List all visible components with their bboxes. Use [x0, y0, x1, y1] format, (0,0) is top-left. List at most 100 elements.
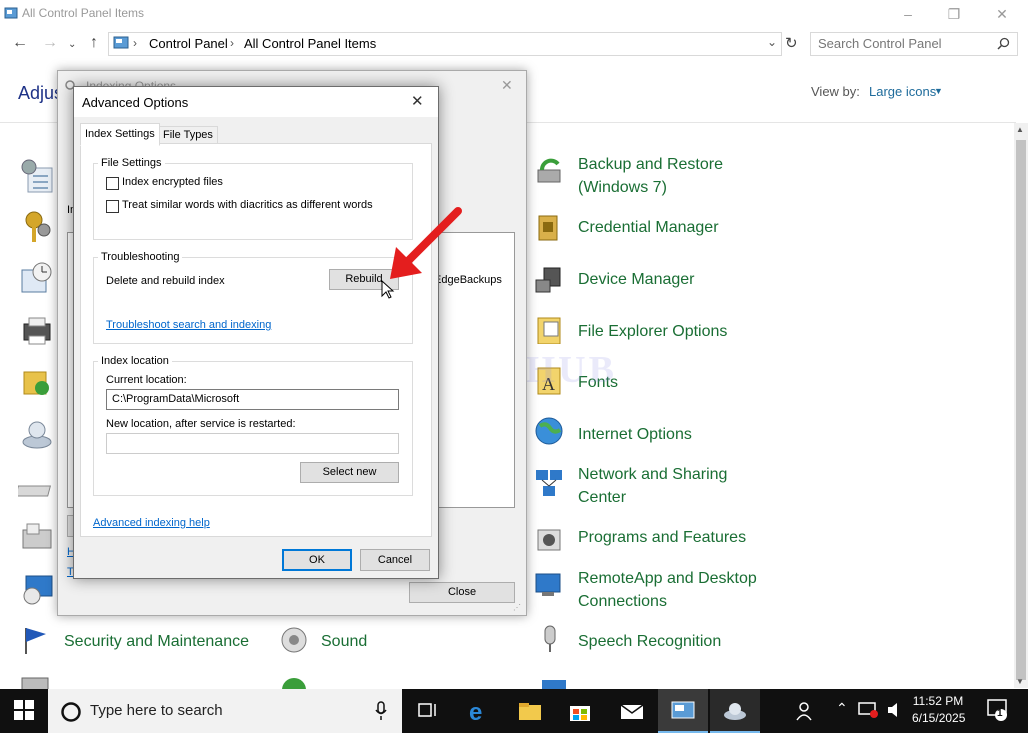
administrative-tools-icon[interactable] — [20, 158, 54, 194]
index-settings-panel: File Settings Index encrypted files Trea… — [80, 143, 432, 537]
chevron-down-icon[interactable]: ⌄ — [767, 35, 777, 49]
breadcrumb-all-items[interactable]: All Control Panel Items — [244, 36, 376, 51]
remoteapp-icon[interactable] — [534, 572, 564, 602]
backup-icon[interactable] — [534, 156, 564, 186]
advanced-options-dialog: Advanced Options ✕ Index Settings File T… — [73, 86, 439, 579]
network-sharing-item[interactable]: Network and Sharing Center — [578, 463, 727, 509]
diacritics-checkbox[interactable] — [106, 200, 119, 213]
resize-grip-icon[interactable]: ⋰ — [513, 603, 521, 612]
device-manager-item[interactable]: Device Manager — [578, 268, 695, 291]
internet-options-item[interactable]: Internet Options — [578, 423, 692, 446]
breadcrumb-separator-icon: › — [230, 36, 234, 50]
new-location-field[interactable] — [106, 433, 399, 454]
sync-center-icon[interactable] — [280, 676, 310, 689]
recovery-icon[interactable] — [20, 572, 54, 606]
windows-start-icon[interactable] — [14, 700, 34, 720]
file-history-icon[interactable] — [22, 366, 52, 398]
view-by-dropdown[interactable]: Large icons — [869, 84, 936, 99]
indexing-taskbar-button[interactable] — [710, 689, 760, 733]
indexing-icon — [724, 703, 746, 720]
window-title: All Control Panel Items — [22, 6, 145, 20]
people-icon[interactable] — [794, 700, 818, 722]
backup-restore-item[interactable]: Backup and Restore (Windows 7) — [578, 153, 723, 199]
maximize-button[interactable]: ❐ — [942, 4, 966, 24]
current-location-label: Current location: — [106, 374, 187, 386]
taskbar-search-input[interactable]: Type here to search — [90, 702, 223, 719]
scroll-down-icon[interactable]: ▼ — [1016, 677, 1024, 686]
refresh-icon[interactable]: ↻ — [785, 34, 798, 52]
taskbar-search-box[interactable]: Type here to search — [48, 689, 402, 733]
diacritics-label: Treat similar words with diacritics as d… — [122, 199, 373, 211]
minimize-button[interactable]: – — [896, 4, 920, 24]
tab-index-settings[interactable]: Index Settings — [80, 123, 160, 146]
scrollbar-thumb[interactable] — [1016, 140, 1026, 680]
homegroup-icon[interactable] — [20, 418, 54, 452]
advanced-indexing-help-link[interactable]: Advanced indexing help — [93, 517, 210, 529]
devices-printers-icon[interactable] — [20, 314, 54, 348]
sound-item[interactable]: Sound — [321, 630, 367, 653]
phone-modem-icon[interactable] — [20, 520, 54, 552]
up-arrow-icon[interactable]: ↑ — [90, 34, 98, 52]
credential-icon[interactable] — [534, 212, 564, 242]
microphone-icon[interactable] — [374, 701, 388, 721]
edge-icon[interactable]: e — [468, 700, 492, 722]
caret-down-icon[interactable]: ▼ — [934, 86, 943, 96]
current-location-field[interactable]: C:\ProgramData\Microsoft — [106, 389, 399, 410]
select-new-button[interactable]: Select new — [300, 462, 399, 483]
globe-icon[interactable] — [534, 416, 564, 446]
mail-icon[interactable] — [620, 700, 644, 722]
network-icon[interactable] — [534, 468, 564, 498]
speaker-icon[interactable] — [280, 624, 310, 654]
programs-icon[interactable] — [534, 522, 564, 552]
microphone-icon[interactable] — [536, 624, 566, 654]
control-panel-taskbar-button[interactable] — [658, 689, 708, 733]
troubleshoot-link[interactable]: Troubleshoot search and indexing — [106, 319, 271, 331]
device-manager-icon[interactable] — [534, 264, 564, 294]
new-location-label: New location, after service is restarted… — [106, 418, 296, 430]
back-arrow-icon[interactable]: ← — [12, 34, 28, 52]
close-icon[interactable]: ✕ — [411, 92, 424, 110]
search-input[interactable]: Search Control Panel — [818, 36, 942, 51]
volume-icon[interactable] — [886, 700, 906, 720]
programs-features-item[interactable]: Programs and Features — [578, 526, 746, 549]
search-icon[interactable] — [997, 37, 1010, 50]
breadcrumb-control-panel[interactable]: Control Panel — [149, 36, 228, 51]
storage-spaces-icon[interactable] — [20, 676, 50, 689]
ok-button[interactable]: OK — [282, 549, 352, 571]
svg-text:e: e — [469, 700, 482, 722]
address-bar[interactable]: › Control Panel › All Control Panel Item… — [108, 32, 782, 56]
keyboard-icon[interactable] — [18, 480, 54, 500]
close-icon[interactable]: ✕ — [501, 77, 513, 94]
credential-manager-item[interactable]: Credential Manager — [578, 216, 719, 239]
system-icon[interactable] — [540, 676, 570, 689]
folder-options-icon[interactable] — [534, 314, 564, 344]
forward-arrow-icon[interactable]: → — [42, 34, 58, 52]
view-by-label: View by: — [811, 84, 860, 99]
chevron-up-icon[interactable]: ⌃ — [836, 700, 848, 717]
title-bar: All Control Panel Items – ❐ ✕ — [0, 0, 1028, 28]
cancel-button[interactable]: Cancel — [360, 549, 430, 571]
speech-recognition-item[interactable]: Speech Recognition — [578, 630, 721, 653]
taskbar-clock[interactable]: 11:52 PM 6/15/2025 — [912, 693, 965, 727]
store-icon[interactable] — [568, 700, 592, 722]
file-settings-legend: File Settings — [98, 157, 165, 169]
remoteapp-item[interactable]: RemoteApp and Desktop Connections — [578, 567, 757, 613]
recent-chevron-icon[interactable]: ⌄ — [68, 39, 76, 50]
control-panel-icon — [113, 36, 129, 49]
index-encrypted-label: Index encrypted files — [122, 176, 223, 188]
search-box[interactable]: Search Control Panel — [810, 32, 1018, 56]
security-maintenance-item[interactable]: Security and Maintenance — [64, 630, 249, 653]
task-view-icon[interactable] — [416, 700, 440, 722]
close-window-button[interactable]: ✕ — [990, 4, 1014, 24]
date-time-icon[interactable] — [20, 262, 54, 296]
file-explorer-icon[interactable] — [518, 700, 542, 722]
flag-icon[interactable] — [20, 624, 50, 654]
network-status-icon[interactable] — [858, 700, 880, 720]
file-explorer-options-item[interactable]: File Explorer Options — [578, 320, 727, 343]
index-encrypted-checkbox[interactable] — [106, 177, 119, 190]
close-button[interactable]: Close — [409, 582, 515, 603]
control-panel-icon — [4, 7, 18, 19]
mouse-cursor-icon — [381, 280, 395, 299]
scroll-up-icon[interactable]: ▲ — [1016, 125, 1024, 134]
keys-icon[interactable] — [20, 208, 54, 244]
